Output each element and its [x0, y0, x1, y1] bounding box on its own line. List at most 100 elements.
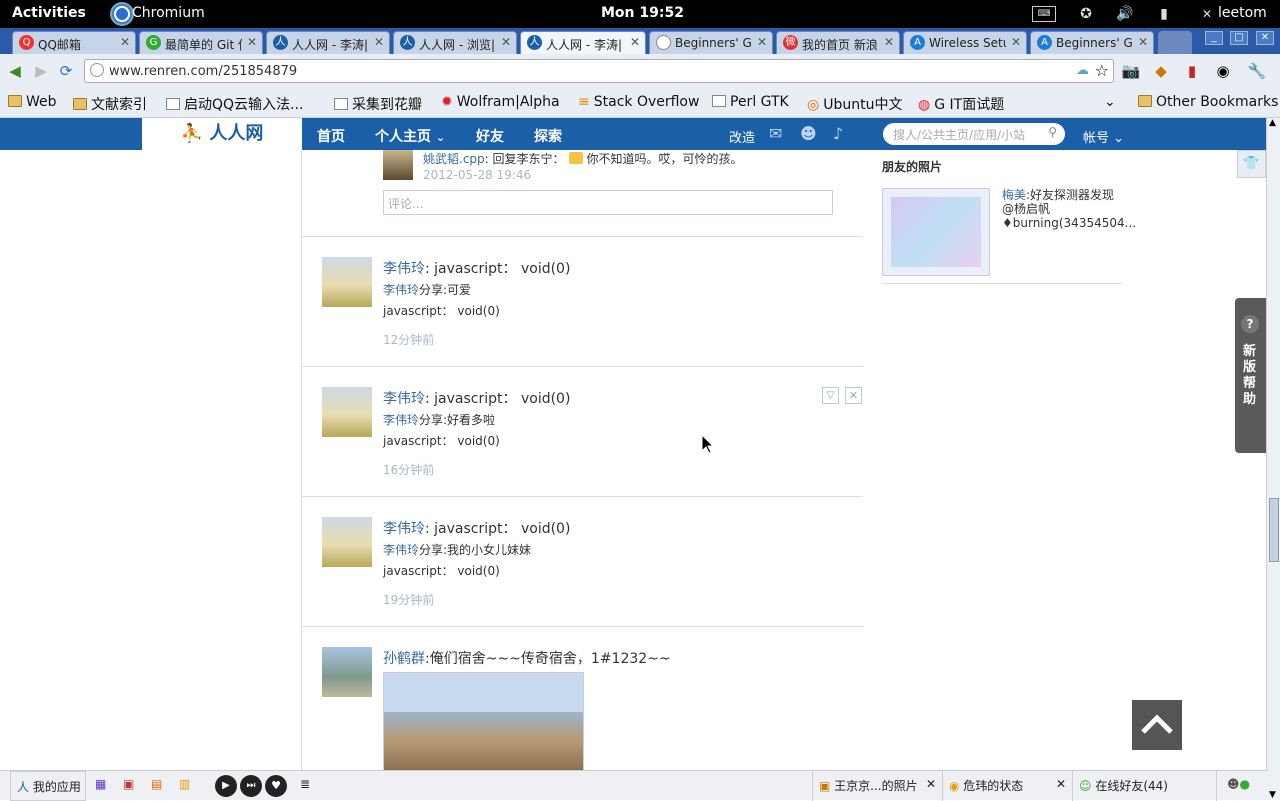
tab[interactable]: Q QQ邮箱 ✕	[12, 31, 136, 54]
close-icon[interactable]: ✕	[926, 777, 936, 791]
clock[interactable]: Mon 19:52	[601, 5, 684, 21]
scrollbar-thumb[interactable]	[1269, 498, 1279, 562]
avatar[interactable]	[322, 387, 372, 437]
comment-input[interactable]: 评论...	[383, 190, 833, 215]
url-text[interactable]: www.renren.com/251854879	[109, 64, 297, 79]
bookmark-star-icon[interactable]: ☆	[1095, 61, 1109, 80]
play-icon[interactable]: ▶	[215, 775, 237, 797]
page-scrollbar[interactable]: ▲ ▼	[1266, 118, 1280, 800]
bookmarks-overflow-chevron-icon[interactable]: ⌄	[1104, 94, 1116, 110]
avatar[interactable]	[322, 257, 372, 307]
avatar[interactable]	[383, 150, 413, 180]
close-icon[interactable]: ✕	[120, 35, 130, 49]
keyboard-icon[interactable]: ⌨	[1032, 6, 1056, 22]
user-status-icon[interactable]: ✕	[1198, 5, 1216, 23]
tab-active[interactable]: 人人人网 - 李涛| ✕	[520, 31, 646, 54]
close-icon[interactable]: ✕	[501, 35, 511, 49]
nav-friends[interactable]: 好友	[476, 126, 504, 146]
close-icon[interactable]: ✕	[884, 35, 894, 49]
share-body[interactable]: javascript： void(0)	[383, 432, 500, 449]
address-bar[interactable]: www.renren.com/251854879 ☁ ☆	[84, 59, 1114, 83]
feed-time[interactable]: 12分钟前	[383, 331, 434, 348]
share-body[interactable]: javascript： void(0)	[383, 562, 500, 579]
app-menu[interactable]: Chromium	[132, 5, 205, 21]
shared-photo[interactable]	[383, 672, 584, 770]
back-icon[interactable]: ◀	[4, 60, 26, 82]
friend-photo-thumbnail[interactable]	[882, 188, 990, 276]
battery-icon[interactable]: ▮	[1155, 5, 1173, 23]
extension-icon[interactable]: ◆	[1150, 60, 1172, 82]
share-body[interactable]: javascript： void(0)	[383, 302, 500, 319]
app-shortcut-icon[interactable]: ▣	[123, 777, 134, 791]
next-track-icon[interactable]: ⏭	[240, 775, 262, 797]
online-friends-button[interactable]: ☺ 在线好友(44)	[1072, 771, 1202, 801]
other-bookmarks[interactable]: Other Bookmarks	[1138, 94, 1278, 110]
bookmark-item[interactable]: Web	[8, 94, 57, 110]
playlist-icon[interactable]: ≣	[300, 777, 310, 791]
feed-time[interactable]: 16分钟前	[383, 461, 434, 478]
scroll-up-icon[interactable]: ▲	[1269, 118, 1276, 128]
message-icon[interactable]: ✉	[769, 124, 782, 143]
reload-icon[interactable]: ⟳	[55, 60, 77, 82]
new-version-help-tab[interactable]: ? 新版帮助	[1235, 298, 1266, 453]
close-icon[interactable]: ✕	[1138, 35, 1148, 49]
app-shortcut-icon[interactable]: ▤	[151, 777, 162, 791]
camera-extension-icon[interactable]: 📷	[1120, 60, 1142, 82]
close-icon[interactable]: ✕	[374, 35, 384, 49]
chat-presence-icon[interactable]: ☻●	[1216, 771, 1268, 801]
close-icon[interactable]: ✕	[845, 387, 862, 404]
close-icon[interactable]: ✕	[1011, 35, 1021, 49]
friend-request-icon[interactable]: ☻	[800, 124, 817, 143]
app-shortcut-icon[interactable]: ▥	[179, 777, 190, 791]
book-extension-icon[interactable]: ▮	[1181, 60, 1203, 82]
bookmark-item[interactable]: 采集到花瓣	[334, 94, 422, 114]
bookmark-item[interactable]: ≡ Stack Overflow	[578, 94, 699, 110]
bookmark-item[interactable]: ◎ Ubuntu中文	[807, 94, 902, 114]
bookmark-item[interactable]: ✹ Wolfram|Alpha	[441, 94, 560, 110]
close-icon[interactable]: ✕	[247, 35, 257, 49]
forward-icon[interactable]: ▶	[30, 60, 52, 82]
back-to-top-button[interactable]	[1132, 700, 1182, 750]
feed-time[interactable]: 19分钟前	[383, 591, 434, 608]
bookmark-item[interactable]: 文献索引	[73, 94, 147, 114]
activities-button[interactable]: Activities	[12, 5, 86, 21]
avatar[interactable]	[322, 647, 372, 697]
notification-bell-icon[interactable]: ♪	[833, 124, 843, 143]
close-icon[interactable]: ✕	[630, 35, 640, 49]
evernote-icon[interactable]: ◉	[1212, 60, 1234, 82]
new-tab-button[interactable]	[1158, 31, 1192, 54]
tab[interactable]: AWireless Setup✕	[903, 31, 1027, 54]
volume-icon[interactable]: 🔊	[1116, 5, 1134, 23]
close-icon[interactable]: ✕	[757, 35, 767, 49]
scroll-down-icon[interactable]: ▼	[1269, 790, 1276, 800]
page-info-icon[interactable]	[90, 63, 104, 77]
nav-explore[interactable]: 探索	[534, 126, 562, 146]
avatar[interactable]	[322, 517, 372, 567]
wrench-icon[interactable]: 🔧	[1246, 60, 1268, 82]
maximize-icon[interactable]: □	[1230, 31, 1248, 45]
task-tab[interactable]: ◉ 危玮的状态 ✕	[942, 771, 1072, 801]
tab[interactable]: 人人人网 - 浏览| ✕	[393, 31, 517, 54]
app-shortcut-icon[interactable]: ▦	[95, 777, 106, 791]
account-menu[interactable]: 帐号 ⌄	[1083, 127, 1124, 146]
close-icon[interactable]: ✕	[1056, 777, 1066, 791]
accessibility-icon[interactable]: ✪	[1077, 5, 1095, 23]
my-apps-button[interactable]: 人 我的应用	[10, 771, 86, 801]
cloud-icon[interactable]: ☁	[1076, 63, 1089, 78]
bookmark-item[interactable]: 启动QQ云输入法...	[166, 94, 303, 114]
tab[interactable]: Beginners' Gui✕	[649, 31, 773, 54]
dropdown-icon[interactable]: ▽	[822, 387, 839, 404]
minimize-icon[interactable]: _	[1205, 31, 1223, 45]
window-close-icon[interactable]: ✕	[1256, 31, 1274, 45]
user-menu[interactable]: leetom	[1218, 5, 1267, 21]
tab[interactable]: ABeginners' Gui✕	[1030, 31, 1154, 54]
renren-search-input[interactable]: 搜人/公共主页/应用/小站 ⚲	[883, 123, 1065, 145]
task-tab[interactable]: ▣ 王京京...的照片 ✕	[812, 771, 942, 801]
tab[interactable]: G 最简单的 Git 使 ✕	[139, 31, 263, 54]
like-heart-icon[interactable]: ♥	[265, 775, 287, 797]
bookmark-item[interactable]: Perl GTK	[712, 94, 789, 110]
bookmark-item[interactable]: ◍ G IT面试题	[918, 94, 1004, 114]
search-icon[interactable]: ⚲	[1048, 125, 1057, 139]
nav-home[interactable]: 首页	[317, 126, 345, 146]
tab[interactable]: 人人人网 - 李涛| ✕	[266, 31, 390, 54]
